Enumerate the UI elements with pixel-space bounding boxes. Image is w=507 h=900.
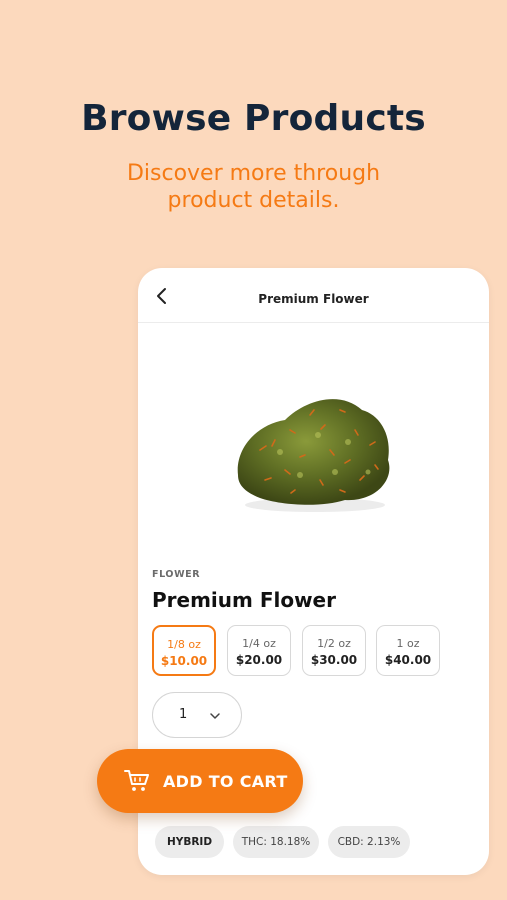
quantity-value: 1: [179, 707, 188, 722]
strain-badge: HYBRID: [155, 826, 224, 858]
top-bar: Premium Flower: [138, 268, 489, 323]
weight-label: 1 oz: [396, 637, 420, 650]
weight-price: $40.00: [384, 653, 432, 667]
product-name: Premium Flower: [152, 588, 336, 612]
page-headline: Browse Products: [81, 98, 426, 139]
weight-label: 1/4 oz: [242, 637, 276, 650]
product-image: [237, 399, 390, 512]
topbar-title: Premium Flower: [258, 292, 369, 306]
add-to-cart-label: ADD TO CART: [163, 772, 288, 791]
product-category: FLOWER: [152, 569, 201, 580]
thc-badge: THC: 18.18%: [233, 826, 319, 858]
cbd-badge: CBD: 2.13%: [328, 826, 410, 858]
weight-option[interactable]: 1/2 oz $30.00: [302, 625, 366, 676]
chevron-down-icon: [210, 713, 220, 719]
quantity-selector[interactable]: 1: [152, 692, 242, 738]
weight-label: 1/2 oz: [317, 637, 351, 650]
cart-icon: [124, 770, 149, 791]
weight-price: $10.00: [160, 654, 208, 668]
weight-option[interactable]: 1 oz $40.00: [376, 625, 440, 676]
weight-option[interactable]: 1/4 oz $20.00: [227, 625, 291, 676]
add-to-cart-button[interactable]: ADD TO CART: [97, 749, 303, 813]
subtitle-line-2: product details.: [167, 188, 340, 213]
weight-price: $20.00: [235, 653, 283, 667]
page-subtitle: Discover more through product details.: [0, 160, 507, 214]
subtitle-line-1: Discover more through: [126, 161, 381, 186]
weight-price: $30.00: [310, 653, 358, 667]
weight-label: 1/8 oz: [167, 638, 201, 651]
weight-option[interactable]: 1/8 oz $10.00: [152, 625, 216, 676]
